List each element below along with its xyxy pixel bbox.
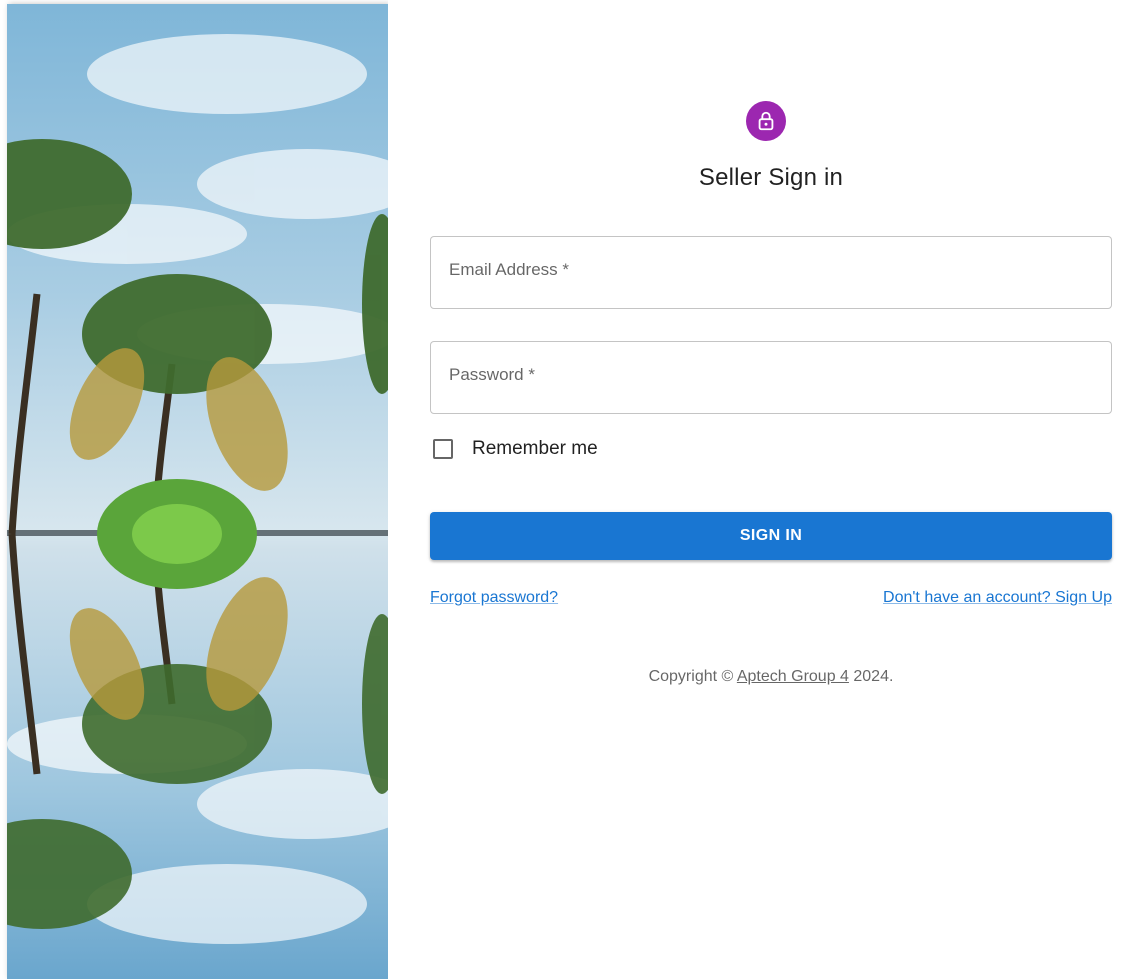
sign-in-panel: Seller Sign in Email Address * Password … [388,0,1135,979]
copyright-prefix: Copyright © [648,668,737,685]
email-input[interactable] [431,237,1111,308]
password-field[interactable]: Password * [430,341,1112,414]
sign-up-link[interactable]: Don't have an account? Sign Up [883,589,1112,607]
remember-me-label[interactable]: Remember me [472,438,598,460]
sign-in-page: Seller Sign in Email Address * Password … [0,0,1135,979]
avatar [746,101,786,141]
copyright-link[interactable]: Aptech Group 4 [737,668,849,685]
sign-in-button[interactable]: SIGN IN [430,512,1112,560]
remember-me-checkbox[interactable] [433,439,453,459]
email-field[interactable]: Email Address * [430,236,1112,309]
page-title: Seller Sign in [698,164,844,191]
remember-me[interactable]: Remember me [431,438,598,460]
copyright: Copyright © Aptech Group 4 2024. [388,668,1135,686]
hero-image [7,4,388,979]
copyright-suffix: 2024. [848,668,894,685]
palm-reflection-image [7,4,388,979]
password-input[interactable] [431,342,1111,413]
lock-icon [758,111,774,131]
forgot-password-link[interactable]: Forgot password? [430,589,558,607]
